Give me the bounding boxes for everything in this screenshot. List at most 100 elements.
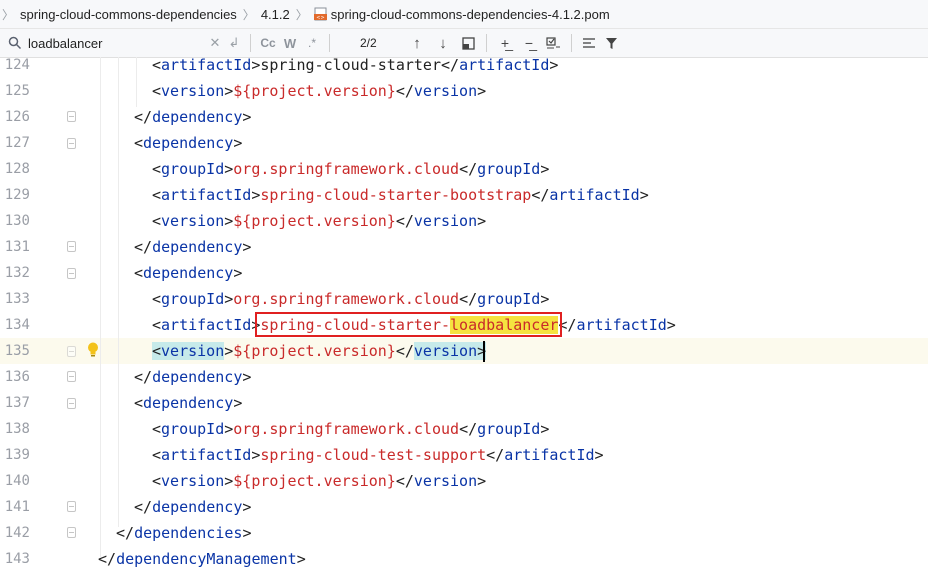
line-number: 133 (4, 291, 30, 307)
line-number: 130 (4, 213, 30, 229)
text-caret (483, 341, 485, 362)
line-number: 137 (4, 395, 30, 411)
code-line: 136 </dependency> (0, 364, 928, 390)
words-button[interactable]: W (279, 33, 301, 53)
code-line: 140 <version>${project.version}</version… (0, 468, 928, 494)
annotation-box (255, 312, 562, 337)
line-number: 140 (4, 473, 30, 489)
fold-start-icon[interactable] (67, 268, 76, 279)
divider (486, 34, 487, 52)
line-number: 128 (4, 161, 30, 177)
fold-end-icon[interactable] (67, 241, 76, 252)
code-text: <version>${project.version}</version> (152, 82, 487, 100)
code-line: 132 <dependency> (0, 260, 928, 286)
divider (250, 34, 251, 52)
breadcrumb: 〉 spring-cloud-commons-dependencies 〉 4.… (0, 0, 928, 29)
divider (571, 34, 572, 52)
line-number: 124 (4, 57, 30, 73)
code-text: </dependency> (134, 368, 252, 386)
regex-button[interactable]: .* (301, 33, 323, 53)
match-count: 2/2 (360, 36, 377, 50)
line-number: 139 (4, 447, 30, 463)
code-line: 130 <version>${project.version}</version… (0, 208, 928, 234)
line-number: 138 (4, 421, 30, 437)
svg-text:<>: <> (316, 15, 324, 21)
code-line: 128 <groupId>org.springframework.cloud</… (0, 156, 928, 182)
code-text: </dependencies> (116, 524, 252, 542)
fold-end-icon[interactable] (67, 527, 76, 538)
arrow-down-icon[interactable]: ↓ (430, 33, 456, 53)
code-line: 127 <dependency> (0, 130, 928, 156)
code-line: 124 <artifactId>spring-cloud-starter</ar… (0, 52, 928, 78)
fold-start-icon[interactable] (67, 138, 76, 149)
multiline-icon[interactable] (578, 33, 600, 53)
code-line: 142 </dependencies> (0, 520, 928, 546)
filter-icon[interactable] (600, 33, 622, 53)
arrow-up-icon[interactable]: ↑ (404, 33, 430, 53)
add-selection-icon[interactable]: +̲ (493, 33, 517, 53)
select-all-occurrences-icon[interactable] (541, 33, 565, 53)
code-text: </dependency> (134, 108, 252, 126)
code-text: <artifactId>spring-cloud-starter</artifa… (152, 56, 559, 74)
code-line: 139 <artifactId>spring-cloud-test-suppor… (0, 442, 928, 468)
open-in-window-icon[interactable] (456, 33, 480, 53)
line-number: 132 (4, 265, 30, 281)
code-text: <version>${project.version}</version> (152, 342, 487, 360)
clear-icon[interactable]: ✕ (206, 33, 224, 53)
code-line: 133 <groupId>org.springframework.cloud</… (0, 286, 928, 312)
line-number: 131 (4, 239, 30, 255)
indent-guide (118, 57, 119, 527)
line-number: 142 (4, 525, 30, 541)
fold-start-icon[interactable] (67, 398, 76, 409)
code-text: <dependency> (134, 264, 243, 282)
code-line: 138 <groupId>org.springframework.cloud</… (0, 416, 928, 442)
code-text: <groupId>org.springframework.cloud</grou… (152, 290, 550, 308)
code-line: 129 <artifactId>spring-cloud-starter-boo… (0, 182, 928, 208)
chevron-right-icon: 〉 (242, 7, 255, 22)
code-text: <artifactId>spring-cloud-test-support</a… (152, 446, 604, 464)
search-icon[interactable] (6, 33, 24, 53)
remove-selection-icon[interactable]: −̲ (517, 33, 541, 53)
line-number: 127 (4, 135, 30, 151)
breadcrumb-item-version[interactable]: 4.1.2 (261, 7, 290, 22)
breadcrumb-item-project[interactable]: spring-cloud-commons-dependencies (20, 7, 237, 22)
divider (329, 34, 330, 52)
line-number: 126 (4, 109, 30, 125)
line-number: 135 (4, 343, 30, 359)
code-line: 131 </dependency> (0, 234, 928, 260)
code-text: </dependency> (134, 238, 252, 256)
chevron-right-icon: 〉 (2, 7, 15, 22)
code-line: 134 <artifactId>spring-cloud-starter-loa… (0, 312, 928, 338)
search-input[interactable]: loadbalancer (28, 36, 206, 51)
code-text: <dependency> (134, 134, 243, 152)
code-editor[interactable]: 124 <artifactId>spring-cloud-starter</ar… (0, 56, 928, 581)
code-text: </dependency> (134, 498, 252, 516)
fold-end-icon[interactable] (67, 371, 76, 382)
code-line-current: 135 <version>${project.version}</version… (0, 338, 928, 364)
code-line: 126 </dependency> (0, 104, 928, 130)
match-case-button[interactable]: Cc (257, 33, 279, 53)
newline-icon[interactable]: ↲ (224, 33, 244, 53)
indent-guide (136, 57, 137, 107)
line-number: 136 (4, 369, 30, 385)
code-text: <version>${project.version}</version> (152, 212, 487, 230)
code-line: 143 </dependencyManagement> (0, 546, 928, 572)
fold-end-icon[interactable] (67, 501, 76, 512)
chevron-right-icon: 〉 (295, 7, 308, 22)
code-text: <artifactId>spring-cloud-starter-bootstr… (152, 186, 649, 204)
fold-end-icon[interactable] (67, 111, 76, 122)
lightbulb-icon[interactable] (86, 341, 100, 359)
line-number: 141 (4, 499, 30, 515)
code-text: <groupId>org.springframework.cloud</grou… (152, 420, 550, 438)
fold-hint-icon[interactable] (67, 346, 76, 357)
code-line: 125 <version>${project.version}</version… (0, 78, 928, 104)
line-number: 125 (4, 83, 30, 99)
code-text: </dependencyManagement> (98, 550, 306, 568)
line-number: 134 (4, 317, 30, 333)
line-number: 129 (4, 187, 30, 203)
breadcrumb-item-file[interactable]: spring-cloud-commons-dependencies-4.1.2.… (331, 7, 610, 22)
indent-guide (100, 57, 101, 557)
line-number: 143 (4, 551, 30, 567)
code-text: <dependency> (134, 394, 243, 412)
code-line: 141 </dependency> (0, 494, 928, 520)
